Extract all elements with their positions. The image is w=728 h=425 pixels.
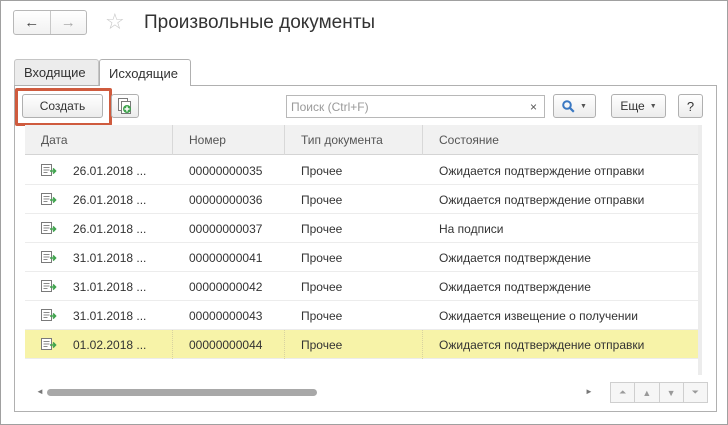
clear-icon: × [529,99,537,114]
cell-number: 00000000035 [189,163,263,178]
window: ← → ☆ Произвольные документы Входящие Ис… [0,0,728,425]
cell-status: Ожидается подтверждение отправки [439,163,645,178]
page-title: Произвольные документы [144,12,376,33]
date-value: 31.01.2018 ... [73,308,147,323]
cell-status: Ожидается подтверждение [439,250,591,265]
search-icon [562,99,575,113]
back-button[interactable]: ← [14,11,50,34]
document-sent-icon [41,338,57,350]
column-header-number[interactable]: Номер [173,125,285,155]
search-input[interactable]: Поиск (Ctrl+F) [286,95,524,118]
first-icon: ⏶ [619,387,627,397]
copy-document-button[interactable] [111,94,139,118]
tab-outgoing[interactable]: Исходящие [99,59,191,86]
table-row[interactable]: 31.01.2018 ... 00000000041 Прочее Ожидается… [25,243,698,272]
cell-status: Ожидается извещение о получении [439,308,638,323]
cell-date: 31.01.2018 ... [25,243,173,272]
arrow-left-icon: ← [24,14,40,31]
table-row[interactable]: 01.02.2018 ... 00000000044 Прочее Ожидается… [25,330,698,359]
arrow-right-icon: → [60,14,76,31]
cell-type: Прочее [301,192,343,207]
go-to-last-button[interactable]: ⏷ [682,383,707,402]
scroll-left-icon[interactable]: ◄ [36,387,44,396]
help-button[interactable]: ? [678,94,703,118]
cell-type: Прочее [285,330,423,359]
document-sent-icon [41,164,57,176]
navigation-buttons: ← → [13,10,87,35]
cell-status: Ожидается подтверждение отправки [439,337,645,352]
document-sent-icon [41,309,57,321]
date-value: 01.02.2018 ... [73,337,147,352]
list-navigation: ⏶ ▲ ▼ ⏷ [610,382,708,403]
clear-search-button[interactable]: × [523,95,545,118]
last-icon: ⏷ [691,387,699,397]
go-up-button[interactable]: ▲ [634,383,659,402]
table-row[interactable]: 26.01.2018 ... 00000000036 Прочее Ожидается… [25,185,698,214]
cell-status: Ожидается подтверждение [439,279,591,294]
favorite-star-icon[interactable]: ☆ [105,10,125,34]
horizontal-scrollbar-thumb[interactable] [47,389,317,396]
table-row[interactable]: 26.01.2018 ... 00000000035 Прочее Ожидается… [25,156,698,185]
cell-number: 00000000041 [189,250,263,265]
cell-date: 26.01.2018 ... [25,156,173,185]
more-label: Еще [620,99,645,113]
table-row[interactable]: 31.01.2018 ... 00000000043 Прочее Ожидается… [25,301,698,330]
cell-type: Прочее [301,163,343,178]
cell-date: 26.01.2018 ... [25,185,173,214]
cell-type: Прочее [301,279,343,294]
go-to-first-button[interactable]: ⏶ [611,383,635,402]
table-row[interactable]: 31.01.2018 ... 00000000042 Прочее Ожидается… [25,272,698,301]
cell-number: 00000000036 [189,192,263,207]
cell-date: 31.01.2018 ... [25,272,173,301]
date-value: 26.01.2018 ... [73,221,147,236]
document-sent-icon [41,280,57,292]
date-value: 26.01.2018 ... [73,192,147,207]
cell-type: Прочее [301,308,343,323]
date-value: 31.01.2018 ... [73,250,147,265]
cell-number: 00000000037 [189,221,263,236]
document-sent-icon [41,193,57,205]
more-button[interactable]: Еще ▼ [611,94,666,118]
cell-status: На подписи [439,221,504,236]
cell-number: 00000000043 [189,308,263,323]
cell-number: 00000000042 [189,279,263,294]
vertical-scrollbar[interactable] [698,125,702,375]
column-header-type[interactable]: Тип документа [285,125,423,155]
document-sent-icon [41,251,57,263]
copy-document-icon [118,98,131,114]
cell-type: Прочее [301,250,343,265]
up-icon: ▲ [642,387,652,398]
scroll-right-icon[interactable]: ► [585,387,593,396]
chevron-down-icon: ▼ [580,102,587,110]
forward-button[interactable]: → [49,11,87,34]
date-value: 31.01.2018 ... [73,279,147,294]
chevron-down-icon: ▼ [649,102,657,110]
tab-incoming[interactable]: Входящие [14,59,99,85]
document-sent-icon [41,222,57,234]
cell-date: 31.01.2018 ... [25,301,173,330]
cell-type: Прочее [301,221,343,236]
column-header-date[interactable]: Дата [25,125,173,155]
column-header-status[interactable]: Состояние [423,125,698,155]
cell-date: 01.02.2018 ... [25,330,173,359]
cell-status: Ожидается подтверждение отправки [439,192,645,207]
table-row[interactable]: 26.01.2018 ... 00000000037 Прочее На подпис… [25,214,698,243]
create-button[interactable]: Создать [22,94,103,118]
cell-date: 26.01.2018 ... [25,214,173,243]
go-down-button[interactable]: ▼ [658,383,683,402]
down-icon: ▼ [666,387,676,398]
table-header: Дата Номер Тип документа Состояние [25,125,698,155]
date-value: 26.01.2018 ... [73,163,147,178]
search-options-button[interactable]: ▼ [553,94,596,118]
cell-number: 00000000044 [173,330,285,359]
